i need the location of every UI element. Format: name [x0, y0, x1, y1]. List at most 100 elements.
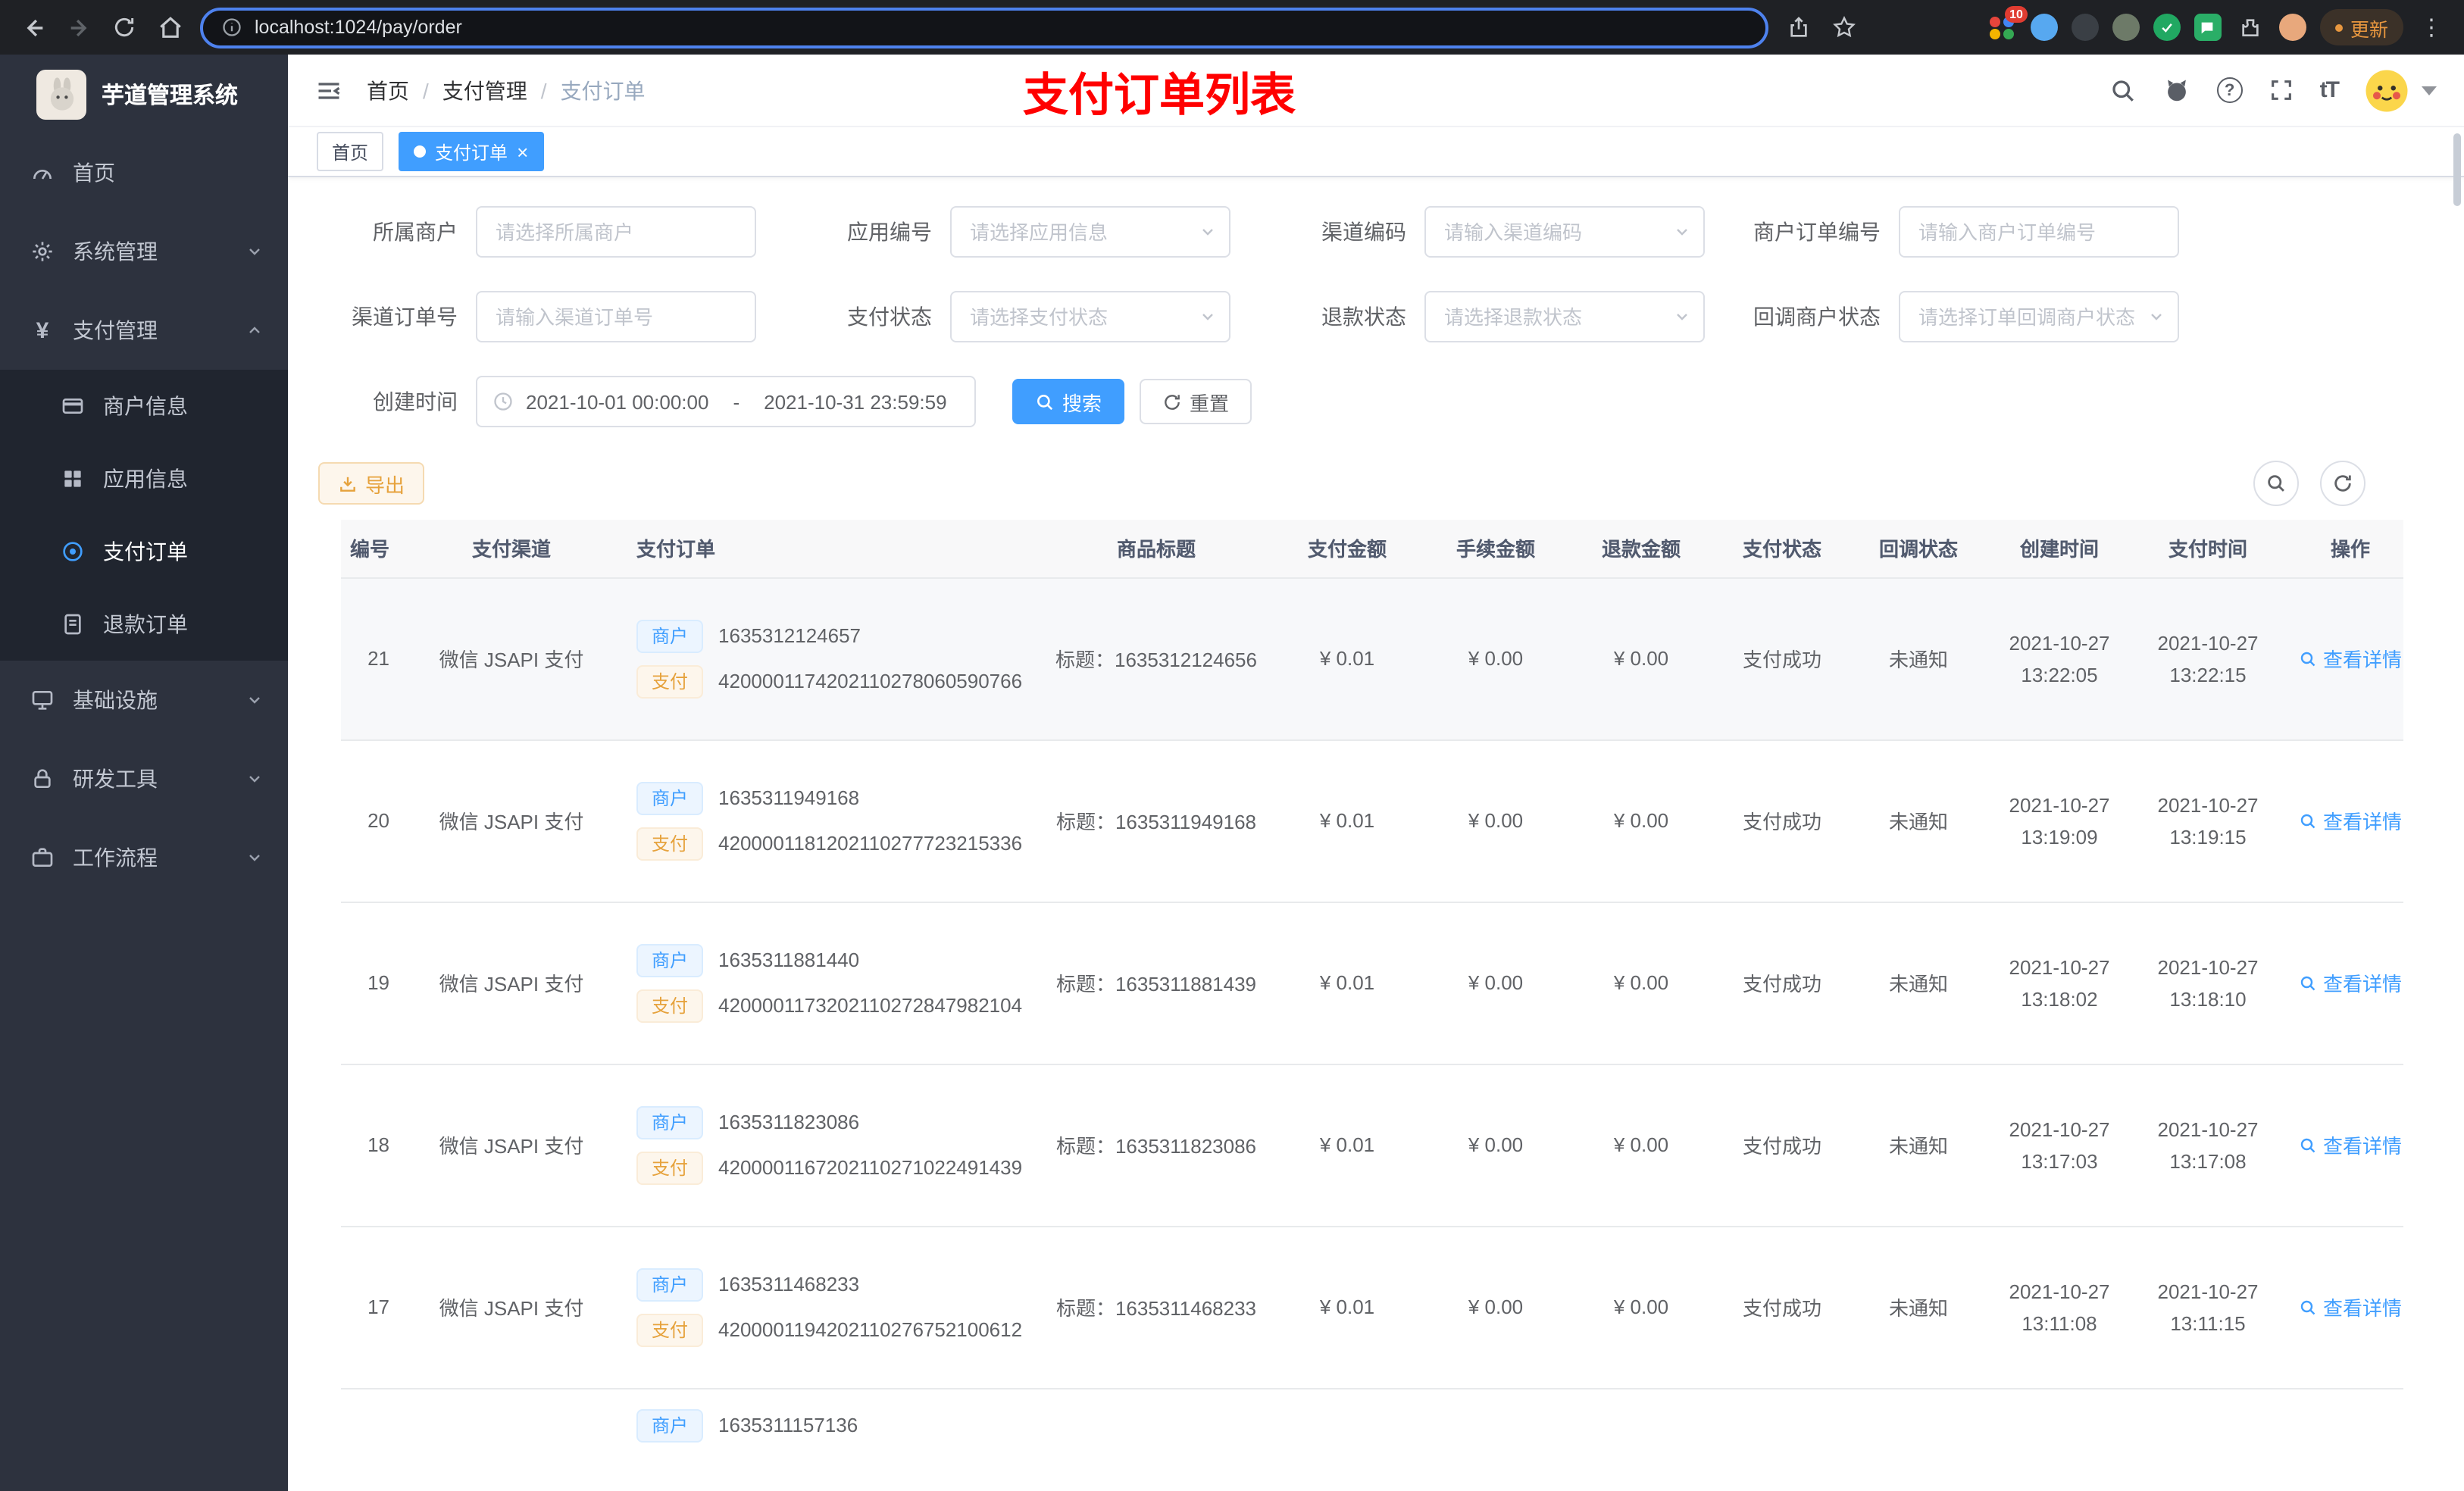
share-icon[interactable] [1784, 12, 1814, 42]
sidebar-item-label: 退款订单 [103, 612, 188, 636]
breadcrumb-separator: / [423, 78, 429, 102]
browser-update-button[interactable]: 更新 [2319, 9, 2403, 45]
sidebar-item-workflow[interactable]: 工作流程 [0, 818, 288, 897]
help-icon[interactable]: ? [2216, 77, 2243, 103]
app-select[interactable] [950, 206, 1230, 258]
cell-actions: 查看详情 [2284, 1064, 2403, 1227]
search-button[interactable]: 搜索 [1012, 379, 1125, 424]
sidebar-item-payment[interactable]: ¥ 支付管理 [0, 291, 288, 370]
url-text[interactable]: localhost:1024/pay/order [255, 17, 462, 38]
view-detail-link[interactable]: 查看详情 [2299, 806, 2402, 835]
browser-menu-icon[interactable]: ⋮ [2417, 14, 2446, 41]
pay-status-select[interactable] [950, 291, 1230, 342]
home-icon[interactable] [155, 12, 185, 42]
date-end-value[interactable]: 2021-10-31 23:59:59 [764, 390, 946, 413]
site-info-icon[interactable] [221, 17, 242, 38]
refresh-table-button[interactable] [2320, 461, 2366, 506]
notify-status-select[interactable] [1899, 291, 2179, 342]
view-detail-link[interactable]: 查看详情 [2299, 968, 2402, 997]
table-row-partial: 商户 1635311157136 [341, 1388, 2403, 1491]
tab-pay-order[interactable]: 支付订单 × [399, 132, 544, 171]
scrollbar-thumb[interactable] [2453, 133, 2461, 206]
refund-status-select[interactable] [1424, 291, 1705, 342]
cell-actions: 查看详情 [2284, 1226, 2403, 1389]
extension-green-check-icon[interactable] [2153, 14, 2181, 41]
search-icon [1037, 394, 1053, 410]
breadcrumb: 首页 / 支付管理 / 支付订单 [367, 75, 646, 105]
tab-label: 支付订单 [435, 142, 508, 163]
browser-extensions-area: 10 更新 ⋮ [1990, 6, 2446, 45]
extension-chat-icon[interactable] [2194, 14, 2222, 41]
export-button[interactable]: 导出 [318, 462, 425, 505]
sidebar-item-app-info[interactable]: 应用信息 [0, 442, 288, 515]
view-detail-link[interactable]: 查看详情 [2299, 1130, 2402, 1159]
extension-blue-icon[interactable] [2030, 14, 2058, 41]
close-icon[interactable]: × [517, 142, 528, 161]
col-refund: 退款金额 [1568, 520, 1714, 578]
pay-tag: 支付 [636, 989, 704, 1022]
back-icon[interactable] [18, 12, 48, 42]
refresh-icon[interactable] [109, 12, 139, 42]
cell-title: 标题：1635311881439 [1041, 902, 1271, 1064]
sidebar-item-merchant-info[interactable]: 商户信息 [0, 370, 288, 442]
cell-fee: ¥ 0.00 [1423, 739, 1568, 902]
cell-fee: ¥ 0.00 [1423, 1226, 1568, 1389]
date-separator: - [733, 390, 740, 413]
sidebar-item-home[interactable]: 首页 [0, 133, 288, 212]
breadcrumb-payment[interactable]: 支付管理 [442, 75, 527, 105]
date-start-value[interactable]: 2021-10-01 00:00:00 [526, 390, 708, 413]
cell-channel: 微信 JSAPI 支付 [402, 902, 621, 1064]
clock-icon [494, 392, 512, 411]
pay-tag: 支付 [636, 827, 704, 860]
font-size-icon[interactable]: tT [2320, 77, 2340, 103]
sidebar-toggle-icon[interactable] [315, 77, 342, 104]
channel-code-select[interactable] [1424, 206, 1705, 258]
caret-down-icon [2422, 86, 2437, 95]
pinned-extension-icon[interactable]: 10 [1990, 6, 2028, 41]
search-icon [2300, 1299, 2315, 1314]
sidebar: 芋道管理系统 首页 系统管理 ¥ 支付管理 商户信息 应用信息 支付订单 退款订… [0, 55, 288, 1491]
extensions-puzzle-icon[interactable] [2235, 12, 2265, 42]
pay-order-no: 4200001173202110272847982104 [718, 994, 1023, 1017]
app-title: 芋道管理系统 [102, 83, 239, 108]
sidebar-item-system[interactable]: 系统管理 [0, 212, 288, 291]
sidebar-item-refund-order[interactable]: 退款订单 [0, 588, 288, 661]
sidebar-item-label: 工作流程 [73, 846, 158, 870]
github-icon[interactable] [2162, 76, 2191, 105]
view-detail-link[interactable]: 查看详情 [2299, 1293, 2402, 1321]
logo-avatar [36, 69, 86, 119]
merchant-order-no: 1635311468233 [718, 1273, 860, 1296]
cell-title: 标题：1635311468233 [1041, 1226, 1271, 1389]
search-icon[interactable] [2109, 77, 2137, 104]
browser-profile-avatar[interactable] [2278, 14, 2306, 41]
app-logo[interactable]: 芋道管理系统 [0, 55, 288, 133]
reset-button[interactable]: 重置 [1140, 379, 1252, 424]
sidebar-item-pay-order[interactable]: 支付订单 [0, 515, 288, 588]
cell-channel: 微信 JSAPI 支付 [402, 577, 621, 740]
chevron-down-icon [1202, 314, 1213, 320]
cell-amount: ¥ 0.01 [1271, 902, 1423, 1064]
fullscreen-icon[interactable] [2269, 77, 2294, 103]
breadcrumb-home[interactable]: 首页 [367, 75, 409, 105]
channel-order-no-input[interactable] [476, 291, 756, 342]
bookmark-star-icon[interactable] [1829, 12, 1859, 42]
lock-icon [34, 769, 51, 788]
merchant-order-no-input[interactable] [1899, 206, 2179, 258]
sidebar-item-dev-tools[interactable]: 研发工具 [0, 739, 288, 818]
monitor-icon [32, 691, 53, 710]
user-menu[interactable] [2364, 67, 2437, 113]
col-create-time: 创建时间 [1987, 520, 2132, 578]
view-detail-link[interactable]: 查看详情 [2299, 644, 2402, 673]
merchant-select-input[interactable] [476, 206, 756, 258]
briefcase-icon [32, 848, 53, 867]
cell-id: 20 [341, 739, 402, 902]
address-bar[interactable]: localhost:1024/pay/order [200, 7, 1768, 48]
extension-dark-icon[interactable] [2071, 14, 2099, 41]
tab-home[interactable]: 首页 [317, 132, 384, 171]
date-range-picker[interactable]: 2021-10-01 00:00:00 - 2021-10-31 23:59:5… [476, 376, 976, 427]
extension-olive-icon[interactable] [2112, 14, 2140, 41]
pay-order-no: 4200001194202110276752100612 [718, 1318, 1023, 1341]
forward-icon[interactable] [64, 12, 94, 42]
toggle-search-button[interactable] [2253, 461, 2299, 506]
sidebar-item-infrastructure[interactable]: 基础设施 [0, 661, 288, 739]
